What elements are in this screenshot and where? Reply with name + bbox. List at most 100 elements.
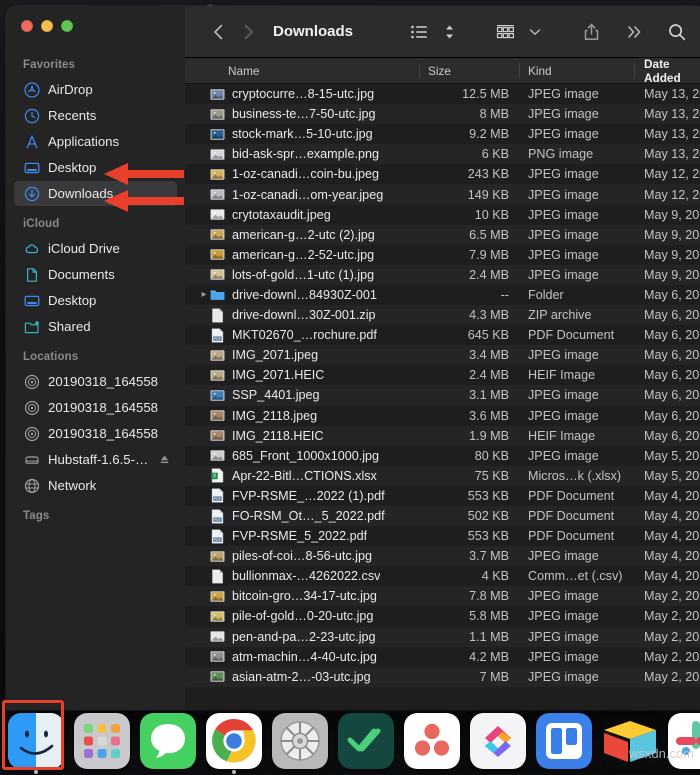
file-name: FVP-RSME_…2022 (1).pdf (232, 488, 385, 503)
zoom-button[interactable] (61, 20, 73, 32)
table-row[interactable]: bullionmax-…4262022.csv 4 KB Comm…et (.c… (185, 566, 700, 586)
table-row[interactable]: IMG_2071.jpeg 3.4 MB JPEG image May 6, 2… (185, 345, 700, 366)
forward-button[interactable] (233, 18, 263, 46)
cloud-icon (23, 240, 40, 257)
table-row[interactable]: IMG_2118.HEIC 1.9 MB HEIF Image May 6, 2… (185, 425, 700, 446)
table-row[interactable]: PDF FO-RSM_Ot…_5_2022.pdf 502 KB PDF Doc… (185, 505, 700, 527)
share-icon[interactable] (576, 18, 606, 46)
sidebar-item-icloud-drive[interactable]: iCloud Drive (14, 236, 177, 261)
cell-size: 1.1 MB (469, 629, 509, 644)
table-row[interactable]: bitcoin-gro…34-17-utc.jpg 7.8 MB JPEG im… (185, 586, 700, 607)
table-row[interactable]: pen-and-pa…2-23-utc.jpg 1.1 MB JPEG imag… (185, 626, 700, 647)
sidebar-item-airdrop[interactable]: AirDrop (14, 77, 177, 102)
cell-kind: JPEG image (528, 227, 599, 242)
table-row[interactable]: IMG_2071.HEIC 2.4 MB HEIF Image May 6, 2… (185, 365, 700, 385)
cell-name: crytotaxaudit.jpeg (185, 207, 419, 222)
finder-icon (8, 713, 64, 769)
cell-name: stock-mark…5-10-utc.jpg (185, 127, 419, 142)
table-row[interactable]: IMG_2118.jpeg 3.6 MB JPEG image May 6, 2… (185, 406, 700, 426)
table-row[interactable]: 1-oz-canadi…om-year.jpeg 149 KB JPEG ima… (185, 184, 700, 205)
sidebar-item-20190318-164558[interactable]: 20190318_164558 (14, 369, 177, 394)
table-row[interactable]: atm-machin…4-40-utc.jpg 4.2 MB JPEG imag… (185, 647, 700, 667)
table-row[interactable]: american-g…2-utc (2).jpg 6.5 MB JPEG ima… (185, 224, 700, 245)
table-row[interactable]: PDF FVP-RSME_…2022 (1).pdf 553 KB PDF Do… (185, 486, 700, 506)
sidebar-item-hubstaff-1-6-5[interactable]: Hubstaff-1.6.5-… (14, 447, 177, 472)
cell-name: IMG_2071.HEIC (185, 368, 419, 383)
dock-item-chrome[interactable] (206, 713, 262, 774)
dock-item-system-preferences[interactable] (272, 713, 328, 769)
table-row[interactable]: asian-atm-2…-03-utc.jpg 7 MB JPEG image … (185, 666, 700, 687)
table-row[interactable]: SSP_4401.jpeg 3.1 MB JPEG image May 6, 2… (185, 385, 700, 406)
sidebar-item-documents[interactable]: Documents (14, 262, 177, 287)
dock-item-launchpad[interactable] (74, 713, 130, 769)
table-row[interactable]: 685_Front_1000x1000.jpg 80 KB JPEG image… (185, 446, 700, 466)
cell-name: lots-of-gold…1-utc (1).jpg (185, 267, 419, 282)
table-row[interactable]: bid-ask-spr…example.png 6 KB PNG image M… (185, 144, 700, 165)
dock-item-finder[interactable] (8, 713, 64, 774)
table-row[interactable]: pile-of-gold…0-20-utc.jpg 5.8 MB JPEG im… (185, 606, 700, 626)
column-header-size[interactable]: Size (419, 58, 519, 83)
table-row[interactable]: cryptocurre…8-15-utc.jpg 12.5 MB JPEG im… (185, 84, 700, 104)
cell-date-added: May 9, 2022 (644, 227, 700, 242)
dock-item-wrike[interactable] (338, 713, 394, 769)
table-row[interactable]: PDF FVP-RSME_5_2022.pdf 553 KB PDF Docum… (185, 526, 700, 546)
watermark: wsxdn.com (628, 746, 694, 761)
cell-kind: JPEG image (528, 388, 599, 403)
list-view-icon[interactable] (404, 18, 434, 46)
table-row[interactable]: PDF MKT02670_…rochure.pdf 645 KB PDF Doc… (185, 325, 700, 345)
eject-icon[interactable] (159, 454, 177, 465)
table-row[interactable]: ▸ drive-downl…84930Z-001 -- Folder May 6… (185, 285, 700, 305)
minimize-button[interactable] (41, 20, 53, 32)
shared-folder-icon (23, 318, 40, 335)
sidebar-item-shared[interactable]: Shared (14, 314, 177, 339)
file-icon (210, 348, 225, 363)
dock-item-messages[interactable] (140, 713, 196, 769)
disclosure-triangle-icon[interactable]: ▸ (198, 289, 210, 300)
cell-kind: PDF Document (528, 328, 615, 343)
table-row[interactable]: piles-of-coi…8-56-utc.jpg 3.7 MB JPEG im… (185, 546, 700, 567)
file-name: IMG_2071.HEIC (232, 368, 325, 383)
more-chevrons-icon[interactable] (620, 18, 650, 46)
cell-date-added: May 4, 2022 (644, 488, 700, 503)
column-header-name[interactable]: Name (185, 58, 419, 83)
table-row[interactable]: 1-oz-canadi…coin-bu.jpeg 243 KB JPEG ima… (185, 164, 700, 184)
table-row[interactable]: american-g…2-52-utc.jpg 7.9 MB JPEG imag… (185, 245, 700, 265)
sidebar-item-20190318-164558[interactable]: 20190318_164558 (14, 395, 177, 420)
column-header-kind[interactable]: Kind (519, 58, 634, 83)
sidebar-item-20190318-164558[interactable]: 20190318_164558 (14, 421, 177, 446)
cell-date-added: May 9, 2022 (644, 267, 700, 282)
cell-kind: JPEG image (528, 107, 599, 122)
sidebar-item-network[interactable]: Network (14, 473, 177, 498)
chevron-down-icon[interactable] (520, 18, 550, 46)
file-name: FVP-RSME_5_2022.pdf (232, 529, 368, 544)
table-row[interactable]: drive-downl…30Z-001.zip 4.3 MB ZIP archi… (185, 305, 700, 326)
sidebar-item-desktop[interactable]: Desktop (14, 288, 177, 313)
cell-date-added: May 9, 2022 (644, 247, 700, 262)
group-view-icon[interactable] (490, 18, 520, 46)
cell-size: 4.2 MB (469, 649, 509, 664)
back-button[interactable] (203, 18, 233, 46)
file-name: business-te…7-50-utc.jpg (232, 107, 376, 122)
dock-item-asana[interactable] (404, 713, 460, 769)
table-row[interactable]: stock-mark…5-10-utc.jpg 9.2 MB JPEG imag… (185, 124, 700, 144)
sidebar-item-recents[interactable]: Recents (14, 103, 177, 128)
table-row[interactable]: crytotaxaudit.jpeg 10 KB JPEG image May … (185, 205, 700, 225)
table-row[interactable]: X Apr-22-Bitl…CTIONS.xlsx 75 KB Micros…k… (185, 465, 700, 486)
desktop-icon (23, 292, 40, 309)
file-name: IMG_2071.jpeg (232, 348, 319, 363)
dock-item-trello[interactable] (536, 713, 592, 769)
table-row[interactable]: lots-of-gold…1-utc (1).jpg 2.4 MB JPEG i… (185, 264, 700, 285)
table-row[interactable]: business-te…7-50-utc.jpg 8 MB JPEG image… (185, 104, 700, 125)
desktop-icon (23, 159, 40, 176)
close-button[interactable] (21, 20, 33, 32)
sidebar-group-title-tags: Tags (23, 510, 50, 522)
sidebar-item-applications[interactable]: Applications (14, 129, 177, 154)
cell-name: IMG_2118.HEIC (185, 428, 419, 443)
search-icon[interactable] (662, 18, 692, 46)
cell-name: pen-and-pa…2-23-utc.jpg (185, 629, 419, 644)
cell-name: 1-oz-canadi…om-year.jpeg (185, 187, 419, 202)
column-header-date-added[interactable]: Date Added (634, 57, 700, 85)
sort-chevrons-icon[interactable] (434, 18, 464, 46)
sidebar-item-label: Network (48, 478, 97, 493)
dock-item-clickup[interactable] (470, 713, 526, 769)
